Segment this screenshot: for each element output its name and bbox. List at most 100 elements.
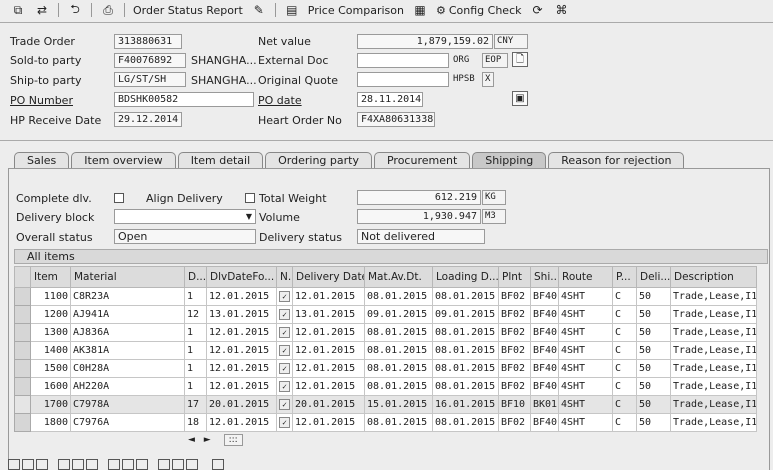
table-cell[interactable]: BF02 [498,359,531,378]
table-cell[interactable]: 1 [184,377,207,396]
currency-field[interactable]: CNY [494,34,528,49]
detail-icon[interactable]: ▣ [512,91,528,106]
table-cell[interactable]: C [612,305,637,324]
table-cell[interactable]: 12.01.2015 [206,359,277,378]
row-selector[interactable] [14,305,31,324]
info-icon[interactable] [212,459,224,470]
table-cell[interactable]: 1700 [30,395,71,414]
table-cell[interactable]: 1 [184,359,207,378]
table-cell[interactable]: 08.01.2015 [364,377,433,396]
table-cell[interactable]: 50 [636,395,671,414]
deselect-icon[interactable] [22,459,34,470]
table-cell[interactable]: C7976A [70,413,185,432]
column-header[interactable]: Material [70,266,185,288]
table-cell[interactable]: 1800 [30,413,71,432]
horizontal-scrollbar[interactable]: ◄ ► ::: [188,434,250,447]
table-cell[interactable]: 08.01.2015 [432,359,499,378]
checkmark-icon[interactable]: ✓ [279,416,290,428]
table-cell[interactable]: Trade,Lease,I1 [670,341,757,360]
table-cell[interactable]: 50 [636,377,671,396]
tree-icon[interactable]: ⌘ [554,3,570,17]
table-cell[interactable]: BF02 [498,323,531,342]
table-cell[interactable]: BF02 [498,287,531,306]
table-cell[interactable]: C [612,323,637,342]
table-cell[interactable]: 18 [184,413,207,432]
table-cell[interactable]: C0H28A [70,359,185,378]
column-header[interactable]: Plnt [498,266,531,288]
table-cell[interactable]: 08.01.2015 [364,413,433,432]
column-header[interactable]: Deli... [636,266,671,288]
sum-icon[interactable] [108,459,120,470]
table-cell[interactable]: BF40 [530,287,559,306]
table-cell[interactable]: 4SHT [558,323,613,342]
table-icon[interactable]: ▤ [284,3,300,17]
layout-icon[interactable] [172,459,184,470]
table-cell[interactable]: 1400 [30,341,71,360]
table-cell[interactable]: BK01 [530,395,559,414]
table-cell[interactable]: ✓ [276,305,293,324]
table-cell[interactable]: BF02 [498,377,531,396]
weight-unit-field[interactable]: KG [482,190,506,205]
table-cell[interactable]: 17 [184,395,207,414]
table-cell[interactable]: 12.01.2015 [292,359,365,378]
table-cell[interactable]: Trade,Lease,I1 [670,287,757,306]
table-cell[interactable]: AJ836A [70,323,185,342]
table-row[interactable]: 1400 AK381A 1 12.01.2015 ✓ 12.01.2015 08.01.20… [14,341,757,360]
sold-to-field[interactable]: F40076892 [114,53,186,68]
checkmark-icon[interactable]: ✓ [279,344,290,356]
table-cell[interactable]: 1100 [30,287,71,306]
calc-icon[interactable]: ▦ [412,3,428,17]
toggle-icon[interactable]: ⇄ [34,3,50,17]
table-cell[interactable]: 4SHT [558,359,613,378]
hp-receive-date-field[interactable]: 29.12.2014 [114,112,182,127]
checkmark-icon[interactable]: ✓ [279,362,290,374]
column-header[interactable]: Mat.Av.Dt. [364,266,433,288]
table-cell[interactable]: 12.01.2015 [206,323,277,342]
select-all-icon[interactable] [8,459,20,470]
subtotal-icon[interactable] [122,459,134,470]
table-cell[interactable]: 12.01.2015 [206,341,277,360]
table-cell[interactable]: BF40 [530,341,559,360]
tab-item-overview[interactable]: Item overview [71,152,176,168]
column-header[interactable]: Description [670,266,757,288]
checkmark-icon[interactable]: ✓ [279,398,290,410]
display-icon[interactable]: ⧉ [10,3,26,18]
table-cell[interactable]: ✓ [276,323,293,342]
table-cell[interactable]: 08.01.2015 [364,323,433,342]
table-cell[interactable]: 12.01.2015 [292,287,365,306]
scroll-left-icon[interactable]: ◄ [188,435,195,445]
refresh-icon[interactable]: ⟳ [530,3,546,17]
tab-ordering-party[interactable]: Ordering party [265,152,372,168]
column-header[interactable]: Item [30,266,71,288]
checkmark-icon[interactable]: ✓ [279,290,290,302]
hpsb-flag-field[interactable]: X [482,72,494,87]
printer-icon[interactable]: ⎙ [100,3,116,18]
table-cell[interactable]: BF40 [530,305,559,324]
table-row[interactable]: 1300 AJ836A 1 12.01.2015 ✓ 12.01.2015 08.01.20… [14,323,757,342]
table-cell[interactable]: 50 [636,359,671,378]
export-icon[interactable] [158,459,170,470]
trade-order-field[interactable]: 313880631 [114,34,182,49]
po-date-field[interactable]: 28.11.2014 [357,92,423,107]
table-cell[interactable]: 50 [636,323,671,342]
table-row[interactable]: 1100 C8R23A 1 12.01.2015 ✓ 12.01.2015 08.01.20… [14,287,757,306]
table-cell[interactable]: C [612,287,637,306]
table-cell[interactable]: 50 [636,413,671,432]
back-icon[interactable]: ⮌ [67,0,83,21]
table-cell[interactable]: 13.01.2015 [292,305,365,324]
table-cell[interactable]: 08.01.2015 [364,341,433,360]
column-header[interactable]: Delivery Date [292,266,365,288]
heart-order-field[interactable]: F4XA80631338 [357,112,435,127]
table-cell[interactable]: 12.01.2015 [206,377,277,396]
overall-status-field[interactable]: Open [114,229,256,244]
table-cell[interactable]: 08.01.2015 [432,413,499,432]
table-cell[interactable]: 4SHT [558,287,613,306]
tab-item-detail[interactable]: Item detail [177,152,264,168]
config-check-button[interactable]: ⚙ Config Check [436,4,522,17]
eop-field[interactable]: EOP [482,53,508,68]
table-cell[interactable]: 1 [184,341,207,360]
table-cell[interactable]: 1300 [30,323,71,342]
column-header[interactable]: Loading D... [432,266,499,288]
table-cell[interactable]: 1500 [30,359,71,378]
scroll-right-icon[interactable]: ► [204,435,211,445]
